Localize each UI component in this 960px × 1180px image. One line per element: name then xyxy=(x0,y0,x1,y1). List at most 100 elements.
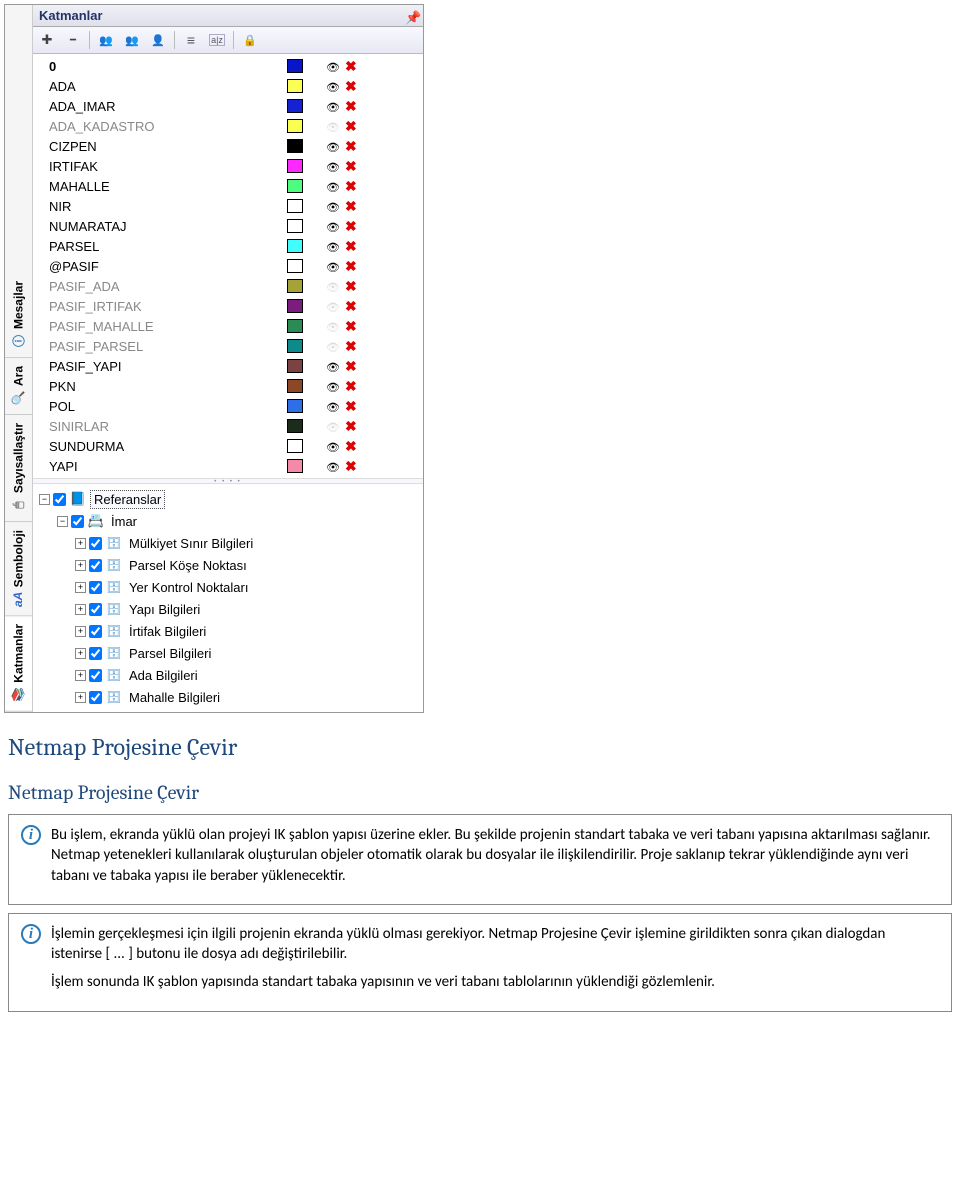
layer-row[interactable]: PASIF_ADA xyxy=(37,276,419,296)
layer-name[interactable]: ADA xyxy=(37,79,287,94)
visibility-icon[interactable] xyxy=(321,259,345,274)
tree-check-imar[interactable] xyxy=(71,515,84,528)
layer-name[interactable]: ADA_IMAR xyxy=(37,99,287,114)
color-swatch[interactable] xyxy=(287,179,303,193)
visibility-icon[interactable] xyxy=(321,339,345,354)
tree-check-root[interactable] xyxy=(53,493,66,506)
delete-icon[interactable] xyxy=(345,178,365,195)
tree-item-label[interactable]: Yer Kontrol Noktaları xyxy=(126,579,251,596)
tree-checkbox[interactable] xyxy=(89,625,102,638)
tree-root-label[interactable]: Referanslar xyxy=(90,490,165,509)
delete-icon[interactable] xyxy=(345,338,365,355)
layer-row[interactable]: PASIF_MAHALLE xyxy=(37,316,419,336)
collapse-icon[interactable]: − xyxy=(57,516,68,527)
expand-icon[interactable]: + xyxy=(75,670,86,681)
delete-icon[interactable] xyxy=(345,418,365,435)
tree-item-label[interactable]: Parsel Bilgileri xyxy=(126,645,214,662)
visibility-icon[interactable] xyxy=(321,379,345,394)
layer-row[interactable]: PASIF_PARSEL xyxy=(37,336,419,356)
layer-row[interactable]: MAHALLE xyxy=(37,176,419,196)
layer-name[interactable]: @PASIF xyxy=(37,259,287,274)
visibility-icon[interactable] xyxy=(321,299,345,314)
layer-row[interactable]: NUMARATAJ xyxy=(37,216,419,236)
color-swatch[interactable] xyxy=(287,459,303,473)
tree-item-label[interactable]: Yapı Bilgileri xyxy=(126,601,203,618)
delete-icon[interactable] xyxy=(345,78,365,95)
visibility-icon[interactable] xyxy=(321,79,345,94)
layer-row[interactable]: IRTIFAK xyxy=(37,156,419,176)
tool-sort-az[interactable] xyxy=(207,30,227,50)
color-swatch[interactable] xyxy=(287,99,303,113)
layer-row[interactable]: SUNDURMA xyxy=(37,436,419,456)
color-swatch[interactable] xyxy=(287,299,303,313)
layer-row[interactable]: @PASIF xyxy=(37,256,419,276)
tool-group-2[interactable] xyxy=(122,30,142,50)
layer-name[interactable]: PASIF_IRTIFAK xyxy=(37,299,287,314)
layer-name[interactable]: PASIF_MAHALLE xyxy=(37,319,287,334)
color-swatch[interactable] xyxy=(287,399,303,413)
visibility-icon[interactable] xyxy=(321,159,345,174)
delete-icon[interactable] xyxy=(345,318,365,335)
layer-row[interactable]: NIR xyxy=(37,196,419,216)
delete-icon[interactable] xyxy=(345,398,365,415)
layer-name[interactable]: NUMARATAJ xyxy=(37,219,287,234)
add-layer-button[interactable] xyxy=(37,30,57,50)
layer-name[interactable]: PASIF_PARSEL xyxy=(37,339,287,354)
layer-row[interactable]: ADA_IMAR xyxy=(37,96,419,116)
tab-semboloji[interactable]: aA Semboloji xyxy=(5,522,32,616)
visibility-icon[interactable] xyxy=(321,439,345,454)
delete-icon[interactable] xyxy=(345,358,365,375)
color-swatch[interactable] xyxy=(287,199,303,213)
layer-row[interactable]: CIZPEN xyxy=(37,136,419,156)
tree-child-label[interactable]: İmar xyxy=(108,513,140,530)
color-swatch[interactable] xyxy=(287,359,303,373)
expand-icon[interactable]: + xyxy=(75,582,86,593)
tree-checkbox[interactable] xyxy=(89,559,102,572)
tree-item[interactable]: +Parsel Bilgileri xyxy=(39,642,417,664)
delete-icon[interactable] xyxy=(345,378,365,395)
tree-item[interactable]: +Parsel Köşe Noktası xyxy=(39,554,417,576)
layer-row[interactable]: ADA_KADASTRO xyxy=(37,116,419,136)
layer-row[interactable]: PASIF_YAPI xyxy=(37,356,419,376)
tree-checkbox[interactable] xyxy=(89,581,102,594)
visibility-icon[interactable] xyxy=(321,359,345,374)
layer-name[interactable]: SUNDURMA xyxy=(37,439,287,454)
delete-icon[interactable] xyxy=(345,218,365,235)
tree-item[interactable]: + Ada Bilgileri xyxy=(39,664,417,686)
layer-row[interactable]: 0 xyxy=(37,56,419,76)
layer-row[interactable]: PKN xyxy=(37,376,419,396)
color-swatch[interactable] xyxy=(287,319,303,333)
tree-item[interactable]: + Yapı Bilgileri xyxy=(39,598,417,620)
expand-icon[interactable]: + xyxy=(75,626,86,637)
tab-mesajlar[interactable]: ⓘ Mesajlar xyxy=(5,273,32,358)
visibility-icon[interactable] xyxy=(321,319,345,334)
layer-name[interactable]: YAPI xyxy=(37,459,287,474)
delete-icon[interactable] xyxy=(345,118,365,135)
color-swatch[interactable] xyxy=(287,439,303,453)
tree-item[interactable]: + İrtifak Bilgileri xyxy=(39,620,417,642)
tree-item-label[interactable]: İrtifak Bilgileri xyxy=(126,623,209,640)
delete-icon[interactable] xyxy=(345,278,365,295)
visibility-icon[interactable] xyxy=(321,239,345,254)
tool-list[interactable] xyxy=(181,30,201,50)
color-swatch[interactable] xyxy=(287,279,303,293)
delete-icon[interactable] xyxy=(345,198,365,215)
tree-root[interactable]: − Referanslar xyxy=(39,488,417,510)
tree-item[interactable]: +Mahalle Bilgileri xyxy=(39,686,417,708)
delete-icon[interactable] xyxy=(345,238,365,255)
delete-icon[interactable] xyxy=(345,58,365,75)
visibility-icon[interactable] xyxy=(321,139,345,154)
remove-layer-button[interactable] xyxy=(63,30,83,50)
visibility-icon[interactable] xyxy=(321,399,345,414)
expand-icon[interactable]: + xyxy=(75,560,86,571)
delete-icon[interactable] xyxy=(345,298,365,315)
tree-item-label[interactable]: Ada Bilgileri xyxy=(126,667,201,684)
layer-row[interactable]: YAPI xyxy=(37,456,419,476)
delete-icon[interactable] xyxy=(345,258,365,275)
tree-checkbox[interactable] xyxy=(89,647,102,660)
visibility-icon[interactable] xyxy=(321,59,345,74)
visibility-icon[interactable] xyxy=(321,279,345,294)
visibility-icon[interactable] xyxy=(321,459,345,474)
tree-item[interactable]: + Yer Kontrol Noktaları xyxy=(39,576,417,598)
expand-icon[interactable]: + xyxy=(75,604,86,615)
